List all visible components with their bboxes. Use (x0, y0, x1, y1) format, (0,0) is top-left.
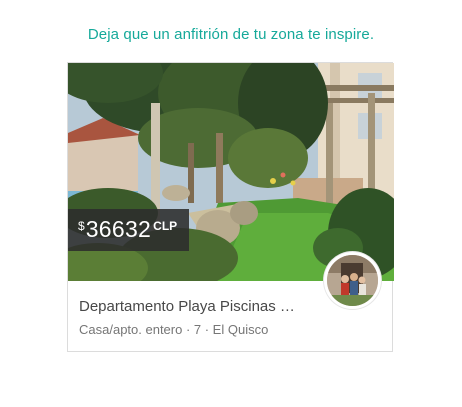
host-avatar[interactable] (324, 252, 381, 309)
listing-title[interactable]: Departamento Playa Piscinas … (79, 298, 319, 315)
host-avatar-image (327, 255, 378, 306)
listing-card[interactable]: $ 36632 CLP Departamento Playa Piscinas … (67, 62, 394, 352)
price-amount: 36632 (85, 216, 152, 242)
price-tag: $ 36632 CLP (68, 209, 190, 251)
listing-subtitle: Casa/apto. entero · 7 · El Quisco (79, 322, 269, 337)
price-currency-code: CLP (153, 219, 178, 233)
price-currency-symbol: $ (78, 219, 85, 233)
section-heading: Deja que un anfitrión de tu zona te insp… (87, 26, 375, 43)
